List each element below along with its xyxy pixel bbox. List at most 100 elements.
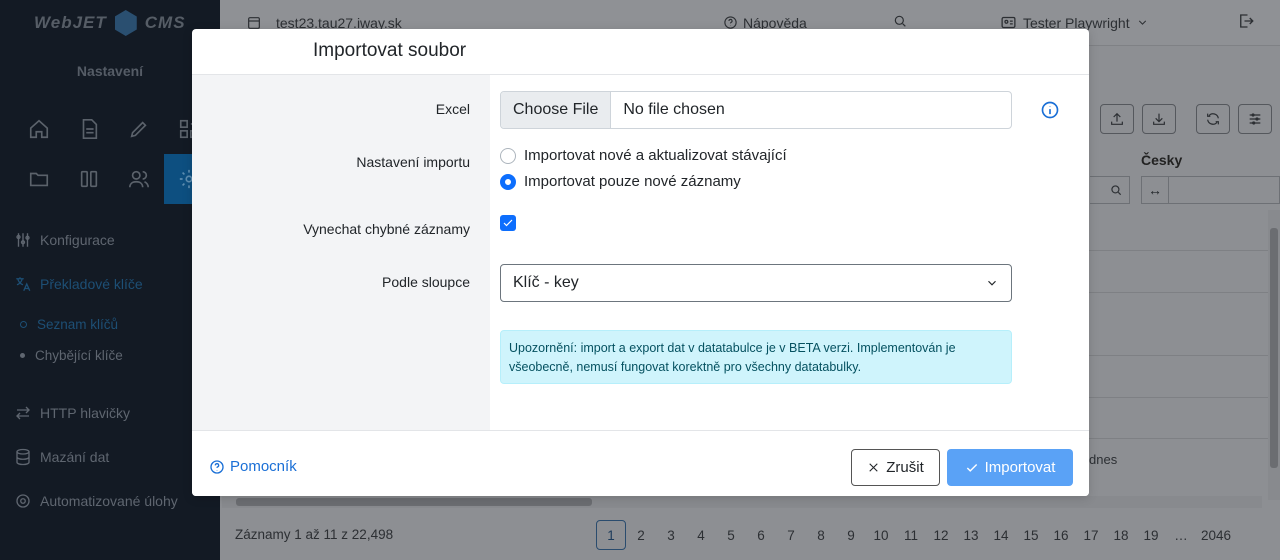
refresh-button[interactable] [1196,104,1230,134]
radio-button[interactable] [500,147,516,164]
document-icon[interactable] [64,104,114,154]
logo-text-cms: CMS [144,13,186,32]
filter-search-button[interactable] [1090,176,1130,204]
pencil-icon[interactable] [114,104,164,154]
page-button[interactable]: 4 [686,520,716,550]
page-button[interactable]: 13 [956,520,986,550]
page-button[interactable]: 18 [1106,520,1136,550]
table-row-divider [1089,397,1269,398]
by-column-select[interactable]: Klíč - key [500,264,1012,302]
help-link-label: Pomocník [230,458,297,475]
import-button[interactable]: Importovat [947,449,1073,486]
chevron-down-icon [1138,20,1146,25]
page-button[interactable]: 2 [626,520,656,550]
sidebar-item-http-hlavicky[interactable]: HTTP hlavičky [14,404,130,422]
page-button[interactable]: 10 [866,520,896,550]
close-icon [869,463,878,472]
column-header-cesky[interactable]: Česky [1141,152,1182,168]
page-button[interactable]: 15 [1016,520,1046,550]
table-row-divider [1089,355,1269,356]
page-button[interactable]: 11 [896,520,926,550]
sidebar-item-konfigurace[interactable]: Konfigurace [14,231,115,249]
bullet-icon [20,353,25,358]
modal-label-column [192,75,490,430]
sidebar-item-label: Překladové klíče [40,276,143,292]
logout-icon[interactable] [1237,12,1255,33]
logo-cube-icon [114,10,137,36]
page-button[interactable]: 1 [596,520,626,550]
question-circle-icon [724,16,737,29]
filter-mode-icon[interactable]: ↔ [1142,177,1169,203]
sidebar-item-automatizovane-ulohy[interactable]: Automatizované úlohy [14,492,178,510]
skip-errors-checkbox[interactable] [500,215,516,231]
database-icon [16,448,30,466]
settings-button[interactable] [1238,104,1272,134]
modal-header: Importovat soubor [192,29,1089,75]
cog-icon [16,494,30,508]
horizontal-scrollbar[interactable] [222,496,1262,508]
export-button[interactable] [1100,104,1134,134]
page-button[interactable]: 3 [656,520,686,550]
page-button[interactable]: 9 [836,520,866,550]
upload-icon [1111,112,1123,125]
radio-import-new-only[interactable]: Importovat pouze nové záznamy [500,173,741,190]
choose-file-button[interactable]: Choose File [501,92,612,128]
file-status: No file chosen [623,101,725,118]
beta-warning-alert: Upozornění: import a export dat v datata… [500,330,1012,384]
excel-label: Excel [435,101,470,117]
adjustments-icon [1249,113,1261,125]
radio-button-checked[interactable] [500,173,516,190]
pagination: 1 2 3 4 5 6 7 8 9 10 11 12 13 14 15 16 1… [596,520,1236,550]
logo: WebJET CMS [34,10,186,36]
sidebar-item-mazani-dat[interactable]: Mazání dat [14,448,109,466]
table-row-divider [1089,292,1269,293]
page-button[interactable]: 8 [806,520,836,550]
users-icon[interactable] [114,154,164,204]
check-icon [966,463,977,472]
question-circle-icon [210,459,224,474]
sidebar-item-label: Mazání dat [40,449,110,465]
help-link[interactable]: Pomocník [209,458,297,475]
info-icon[interactable] [1040,100,1060,120]
sidebar-subitem-seznam-klicu[interactable]: Seznam klíčů [20,317,118,332]
page-button[interactable]: 14 [986,520,1016,550]
vertical-scrollbar[interactable] [1268,210,1280,500]
page-button[interactable]: 12 [926,520,956,550]
cancel-button[interactable]: Zrušit [851,449,940,486]
check-icon [503,219,513,227]
refresh-icon [1207,113,1219,125]
import-settings-label: Nastavení importu [356,154,470,170]
skip-errors-label: Vynechat chybné záznamy [303,221,470,237]
page-button[interactable]: 17 [1076,520,1106,550]
column-filter-cesky[interactable]: ↔ [1141,176,1280,204]
search-icon [1111,185,1122,196]
table-cell: dnes [1089,452,1118,467]
records-info: Záznamy 1 až 11 z 22,498 [235,527,394,542]
logo-text-webjet: WebJET [34,13,107,32]
page-button[interactable]: 19 [1136,520,1166,550]
sidebar-subitem-chybejici-klice[interactable]: Chybějící klíče [20,348,123,363]
import-button[interactable] [1142,104,1176,134]
sidebar-item-prekladove-klice[interactable]: Překladové klíče [14,275,143,293]
radio-import-update[interactable]: Importovat nové a aktualizovat stávající [500,147,787,164]
table-row-divider [1089,250,1269,251]
page-button[interactable]: 7 [776,520,806,550]
chevron-down-icon [988,280,996,286]
modal-footer: Pomocník Zrušit Importovat [192,430,1089,496]
page-button[interactable]: 16 [1046,520,1076,550]
import-label: Importovat [984,459,1056,476]
modal-title: Importovat soubor [313,40,467,61]
by-column-label: Podle sloupce [382,274,470,290]
columns-icon[interactable] [64,154,114,204]
folder-icon[interactable] [14,154,64,204]
cancel-label: Zrušit [886,459,924,476]
import-file-modal: Importovat soubor Excel Choose File No f… [192,29,1089,496]
select-value: Klíč - key [513,274,579,291]
excel-file-input[interactable]: Choose File No file chosen [500,91,1012,129]
sidebar-subitem-label: Seznam klíčů [37,317,119,332]
home-icon[interactable] [14,104,64,154]
page-button[interactable]: 6 [746,520,776,550]
page-button[interactable]: 5 [716,520,746,550]
page-button-last[interactable]: 2046 [1196,520,1236,550]
bullet-icon [20,321,27,328]
